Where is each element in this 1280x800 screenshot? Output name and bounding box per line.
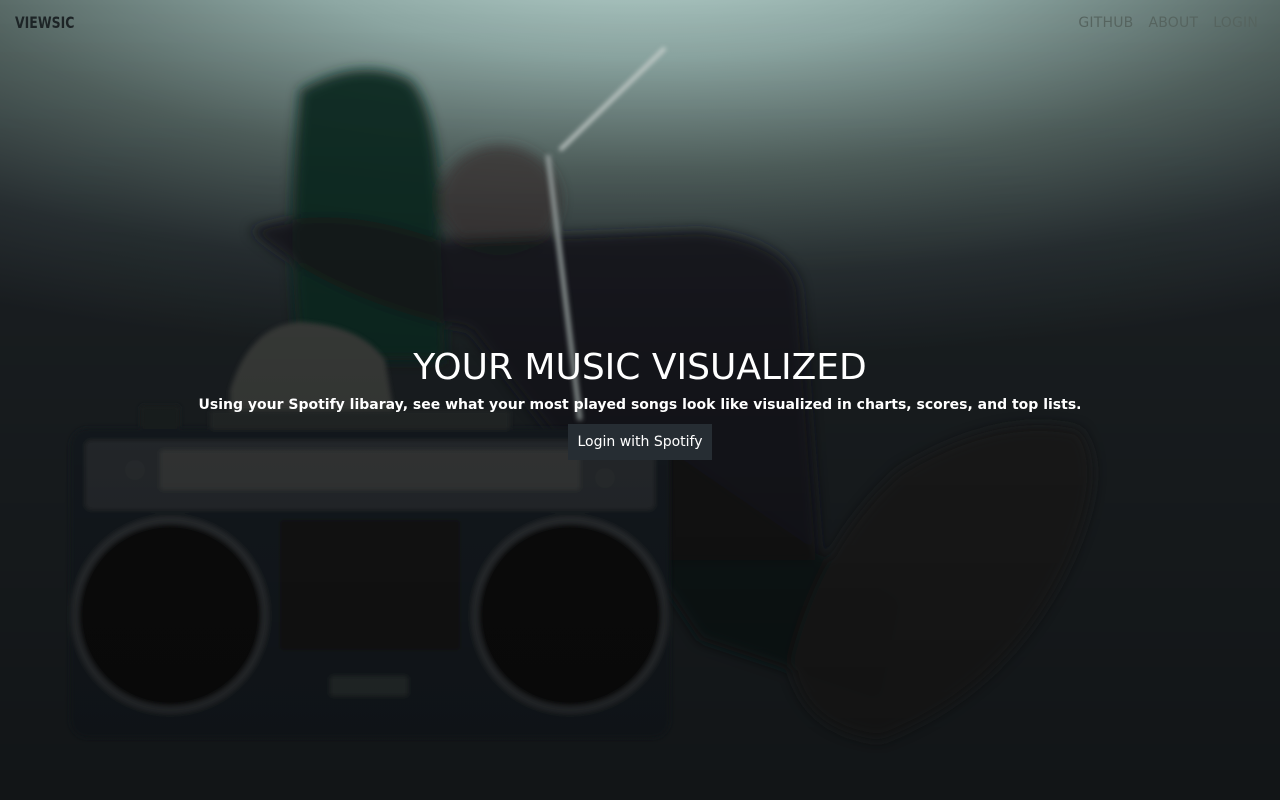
nav-link-login[interactable]: LOGIN bbox=[1213, 15, 1258, 31]
brand-logo[interactable]: VIEWSIC bbox=[15, 13, 74, 32]
nav-link-about[interactable]: ABOUT bbox=[1148, 15, 1198, 31]
hero-content: YOUR MUSIC VISUALIZED Using your Spotify… bbox=[0, 346, 1280, 460]
nav-link-github[interactable]: GITHUB bbox=[1078, 15, 1133, 31]
hero-subtext: Using your Spotify libaray, see what you… bbox=[198, 397, 1082, 413]
hero-headline: YOUR MUSIC VISUALIZED bbox=[413, 347, 867, 388]
top-navbar: VIEWSIC GITHUB ABOUT LOGIN bbox=[0, 0, 1280, 46]
nav-links: GITHUB ABOUT LOGIN bbox=[1078, 15, 1258, 31]
login-with-spotify-button[interactable]: Login with Spotify bbox=[568, 424, 712, 460]
